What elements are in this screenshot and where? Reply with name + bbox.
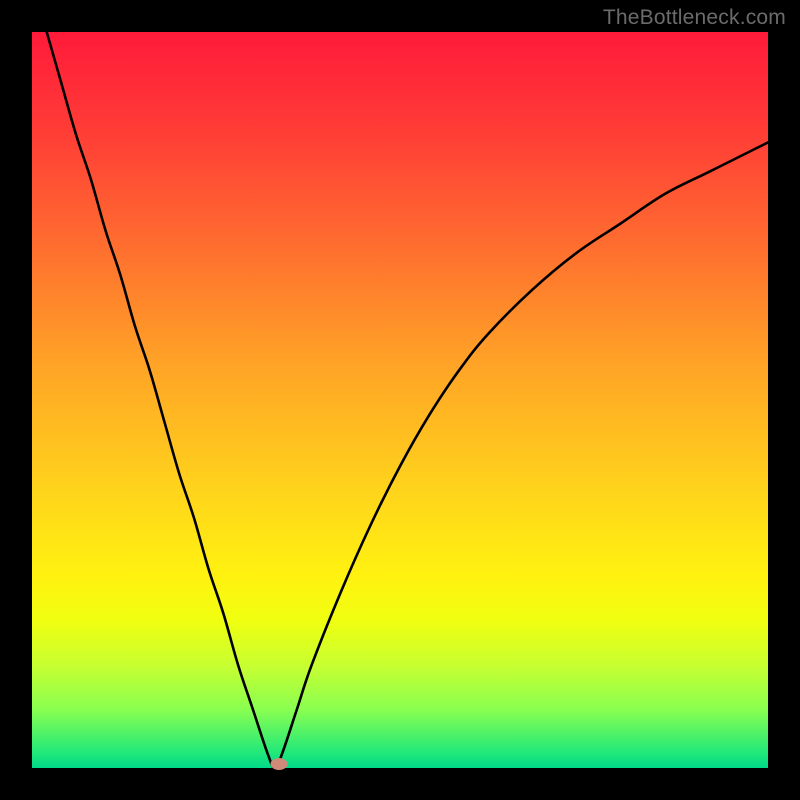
watermark-text: TheBottleneck.com	[603, 6, 786, 30]
chart-frame: TheBottleneck.com	[0, 0, 800, 800]
optimum-marker	[270, 758, 287, 770]
curve-svg	[32, 32, 768, 768]
plot-area	[32, 32, 768, 768]
bottleneck-curve	[47, 32, 768, 768]
